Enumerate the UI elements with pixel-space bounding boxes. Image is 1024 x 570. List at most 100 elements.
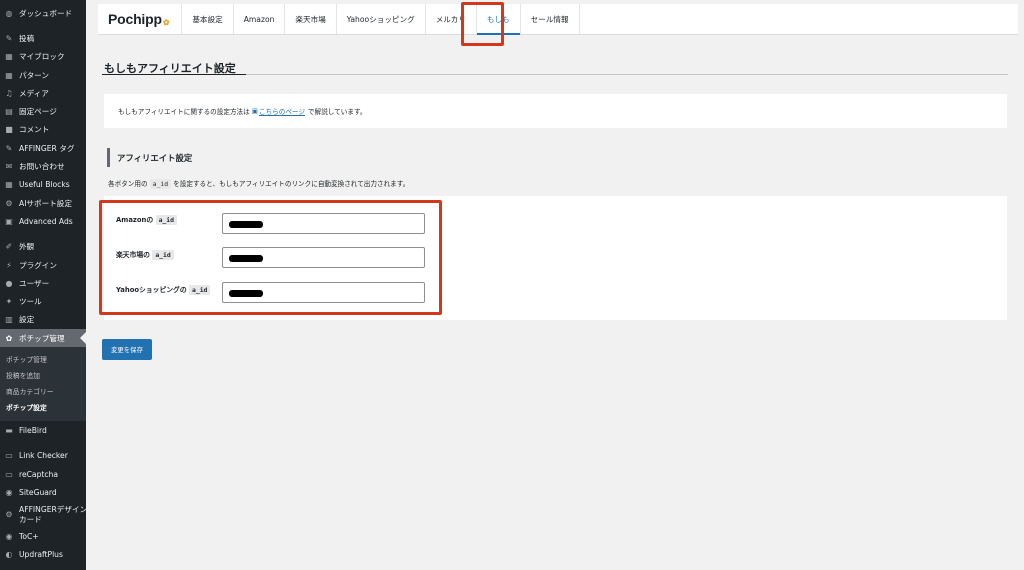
pin-icon: ✎ xyxy=(5,143,13,153)
sidebar-submenu: ポチップ管理 投稿を追加 商品カテゴリー ポチップ設定 xyxy=(0,347,86,422)
desc-prefix: 各ボタン用の xyxy=(108,180,148,188)
captcha-icon: ▭ xyxy=(5,469,13,479)
label-text: Yahooショッピングの xyxy=(116,286,187,294)
sidebar-item[interactable]: ▥ 設定 xyxy=(0,311,86,329)
submenu-item[interactable]: 商品カテゴリー xyxy=(0,383,86,399)
sidebar-item-label: reCaptcha xyxy=(19,469,59,479)
menu-separator xyxy=(0,231,86,238)
brush-icon: ✐ xyxy=(5,242,13,252)
yahoo-a-id-input[interactable] xyxy=(222,282,425,303)
paw-icon: ✿ xyxy=(162,17,170,27)
sidebar-item-label: Advanced Ads xyxy=(19,216,73,226)
rakuten-a-id-input[interactable] xyxy=(222,247,425,268)
sidebar-item[interactable]: ⚙ConoHa WING xyxy=(0,564,86,570)
sidebar-item-label: AFFINGER タグ xyxy=(19,143,75,153)
sidebar-item[interactable]: ◐ UpdraftPlus xyxy=(0,546,86,564)
tab-3[interactable]: Yahooショッピング xyxy=(337,4,426,34)
sidebar-item[interactable]: ⚡ プラグイン xyxy=(0,256,86,274)
sidebar-item-label: AFFINGERデザイン カード xyxy=(19,505,86,524)
toc-icon: ◉ xyxy=(5,532,13,542)
pochipp-logo: Pochipp ✿ xyxy=(98,4,183,34)
submenu-item[interactable]: 投稿を追加 xyxy=(0,367,86,383)
submenu-item[interactable]: ポチップ設定 xyxy=(0,399,86,415)
tab-0[interactable]: 基本設定 xyxy=(182,4,234,34)
sidebar-item-label: ツール xyxy=(19,297,42,307)
sidebar-item-label: 投稿 xyxy=(19,33,35,43)
tab-6[interactable]: セール情報 xyxy=(521,4,580,34)
label-text: 楽天市場の xyxy=(116,251,150,259)
label-text: Amazonの xyxy=(116,216,154,224)
settings-tab-bar: Pochipp ✿ 基本設定 Amazon 楽天市場 Yahooショッピング メルカリ もし… xyxy=(98,4,1018,35)
rakuten-a-id-label: 楽天市場の a_id xyxy=(116,249,174,260)
sidebar-item-pochipp-manage[interactable]: ✿ ポチップ管理 xyxy=(0,329,86,348)
save-changes-button[interactable]: 変更を保存 xyxy=(102,339,152,360)
sidebar-item-label: Link Checker xyxy=(19,451,68,461)
sidebar-item-label: メディア xyxy=(19,88,49,98)
sidebar-item[interactable]: ■ コメント xyxy=(0,121,86,139)
sidebar-item[interactable]: ▬ FileBird xyxy=(0,421,86,439)
sidebar-item[interactable]: ✐ 外観 xyxy=(0,238,86,256)
book-icon: ▣ xyxy=(251,107,258,115)
comment-icon: ■ xyxy=(5,125,13,135)
folder-icon: ▬ xyxy=(5,425,13,435)
info-text-suffix: で解説しています。 xyxy=(308,108,367,116)
user-icon: ● xyxy=(5,278,13,288)
submenu-item[interactable]: ポチップ管理 xyxy=(0,351,86,367)
sidebar-item[interactable]: ▦ マイブロック xyxy=(0,48,86,66)
section-heading: アフィリエイト設定 xyxy=(107,148,192,167)
redacted-value xyxy=(229,290,263,297)
sidebar-item-label: プラグイン xyxy=(19,260,57,270)
link-icon: ▭ xyxy=(5,451,13,461)
paw-icon: ✿ xyxy=(5,333,13,343)
sidebar-item[interactable]: ✎ 投稿 xyxy=(0,29,86,47)
code-a-id: a_id xyxy=(155,215,177,225)
sidebar-item-label: UpdraftPlus xyxy=(19,550,63,560)
sidebar-item-label: FileBird xyxy=(19,425,47,435)
sidebar-item[interactable]: ◉ ToC+ xyxy=(0,528,86,546)
sidebar-item-label: ユーザー xyxy=(19,278,50,288)
wrench-icon: ✦ xyxy=(5,297,13,307)
amazon-a-id-input[interactable] xyxy=(222,213,425,234)
sidebar-item[interactable]: ▦ パターン xyxy=(0,66,86,84)
sidebar-item[interactable]: ▭ Link Checker xyxy=(0,447,86,465)
sidebar-item-label: 設定 xyxy=(19,315,35,325)
sidebar-item[interactable]: ▦ Useful Blocks xyxy=(0,176,86,194)
sidebar-item-label: AIサポート設定 xyxy=(19,198,72,208)
sidebar-item[interactable]: ● ユーザー xyxy=(0,274,86,292)
sidebar-item[interactable]: ♫ メディア xyxy=(0,84,86,102)
tab-1[interactable]: Amazon xyxy=(234,4,286,34)
tab-4[interactable]: メルカリ xyxy=(426,4,477,34)
sidebar-item[interactable]: ⚙ AIサポート設定 xyxy=(0,194,86,212)
sidebar-item[interactable]: ✎ AFFINGER タグ xyxy=(0,139,86,157)
sidebar-item-label: 外観 xyxy=(19,242,35,252)
code-a-id: a_id xyxy=(189,285,211,295)
code-a-id: a_id xyxy=(152,250,174,260)
redacted-value xyxy=(229,221,263,228)
sidebar-item[interactable]: ⚙ AFFINGERデザイン カード xyxy=(0,502,86,528)
sidebar-item[interactable]: ◍ ダッシュボード xyxy=(0,4,86,22)
logo-text: Pochipp xyxy=(108,11,162,27)
tab-5[interactable]: もしも xyxy=(476,4,521,35)
sidebar-menu-top: ◍ ダッシュボード ✎ 投稿 ▦ マイブロック ▦ パターン ♫ メディア ▤ 固定ページ ■ コメント ✎… xyxy=(0,0,86,329)
sidebar-menu-bottom: ▬ FileBird ▭ Link Checker ▭ reCaptcha ◉ SiteGua… xyxy=(0,421,86,570)
info-notice: もしもアフィリエイトに関するの設定方法は ▣ こちらのページ で解説しています。 xyxy=(104,94,1007,128)
sidebar-item[interactable]: ▣ Advanced Ads xyxy=(0,212,86,230)
sidebar-item[interactable]: ◉ SiteGuard xyxy=(0,483,86,501)
sidebar-item[interactable]: ✉ お問い合わせ xyxy=(0,157,86,175)
tab-list: 基本設定 Amazon 楽天市場 Yahooショッピング メルカリ もしも セール情報 xyxy=(182,4,580,35)
pin-icon: ✎ xyxy=(5,33,13,43)
section-description: 各ボタン用の a_id を設定すると、もしもアフィリエイトのリンクに自動変換され… xyxy=(108,178,409,189)
sidebar-item-label: 固定ページ xyxy=(19,107,57,117)
info-text: もしもアフィリエイトに関するの設定方法は xyxy=(118,108,250,116)
guide-link[interactable]: こちらのページ xyxy=(259,106,305,116)
media-icon: ♫ xyxy=(5,88,13,98)
page-icon: ▤ xyxy=(5,107,13,117)
sidebar-item[interactable]: ✦ ツール xyxy=(0,292,86,310)
settings-icon: ▥ xyxy=(5,315,13,325)
tab-2[interactable]: 楽天市場 xyxy=(285,4,337,34)
sidebar-item[interactable]: ▭ reCaptcha xyxy=(0,465,86,483)
blocks-icon: ▦ xyxy=(5,70,13,80)
sidebar-item-label: マイブロック xyxy=(19,52,65,62)
ads-icon: ▣ xyxy=(5,216,13,226)
sidebar-item[interactable]: ▤ 固定ページ xyxy=(0,102,86,120)
